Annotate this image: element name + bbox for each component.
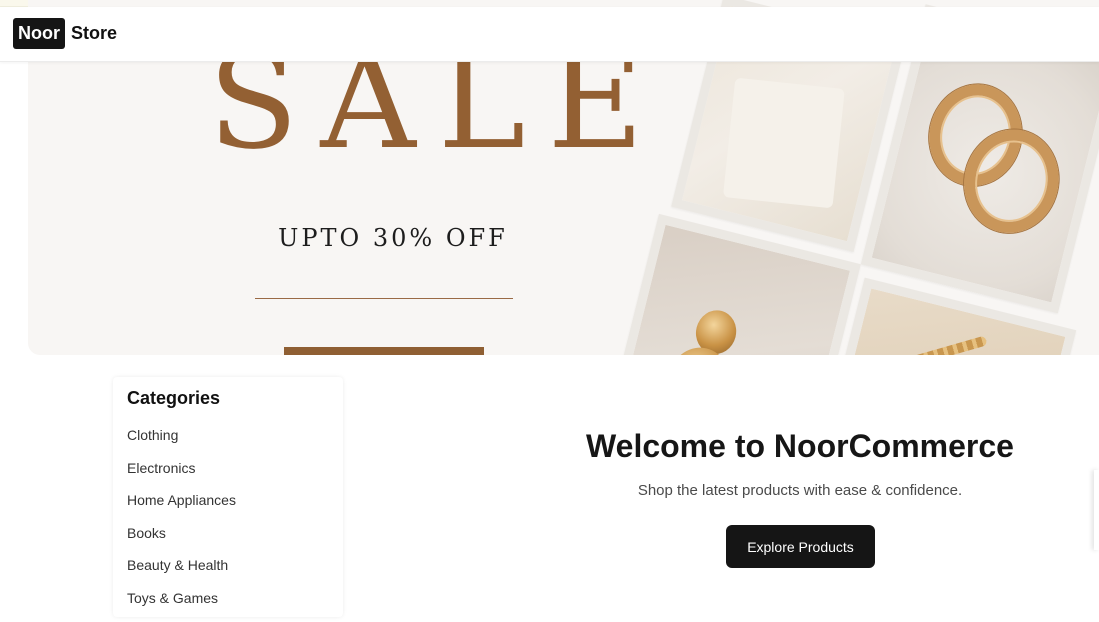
- category-list: Clothing Electronics Home Appliances Boo…: [127, 427, 236, 622]
- hero-title: Welcome to NoorCommerce: [540, 428, 1060, 465]
- logo-text[interactable]: Store: [71, 18, 117, 49]
- categories-panel: Categories Clothing Electronics Home App…: [113, 377, 343, 617]
- categories-title: Categories: [127, 388, 220, 409]
- banner-divider: [255, 298, 513, 299]
- category-item-electronics[interactable]: Electronics: [127, 460, 236, 493]
- explore-products-button[interactable]: Explore Products: [726, 525, 875, 568]
- category-item-toys-games[interactable]: Toys & Games: [127, 590, 236, 622]
- logo-badge[interactable]: Noor: [13, 18, 65, 49]
- sale-offer-text: UPTO 30% OFF: [268, 224, 518, 252]
- category-item-books[interactable]: Books: [127, 525, 236, 558]
- category-item-home-appliances[interactable]: Home Appliances: [127, 492, 236, 525]
- banner-shop-button[interactable]: [284, 347, 484, 355]
- category-item-beauty-health[interactable]: Beauty & Health: [127, 557, 236, 590]
- category-item-clothing[interactable]: Clothing: [127, 427, 236, 460]
- side-drawer-edge: [1094, 470, 1099, 550]
- site-header: Noor Store: [0, 7, 1099, 62]
- hero-subtitle: Shop the latest products with ease & con…: [540, 482, 1060, 499]
